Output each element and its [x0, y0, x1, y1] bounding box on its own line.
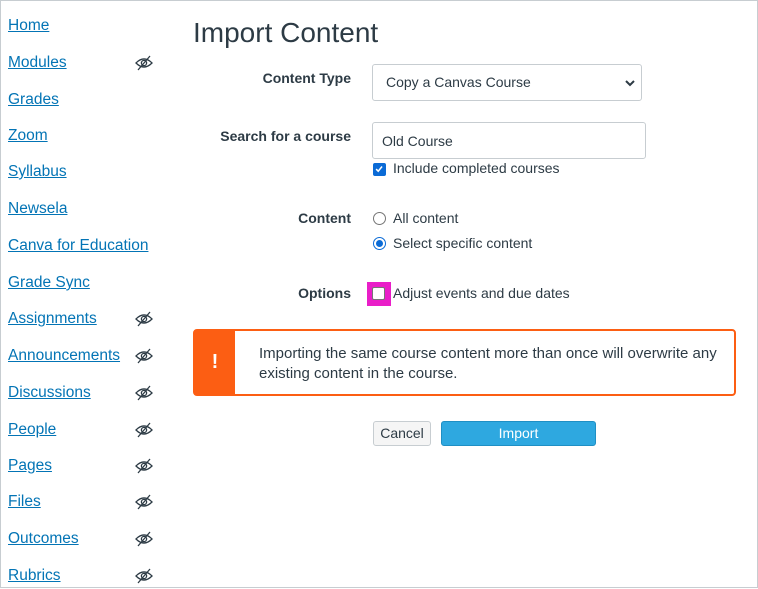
- sidebar-item-pages[interactable]: Pages: [8, 457, 158, 479]
- eye-slash-icon: [135, 494, 153, 510]
- sidebar-item-syllabus[interactable]: Syllabus: [8, 163, 158, 185]
- eye-slash-icon: [135, 348, 153, 364]
- sidebar-item-label[interactable]: Grades: [8, 91, 59, 109]
- checkmark-icon: [375, 166, 383, 173]
- sidebar-item-label[interactable]: Assignments: [8, 310, 97, 328]
- eye-slash-icon: [135, 311, 153, 327]
- content-label: Content: [298, 210, 351, 226]
- content-type-select[interactable]: Copy a Canvas Course: [372, 64, 642, 101]
- sidebar-item-newsela[interactable]: Newsela: [8, 200, 158, 222]
- sidebar-item-grade-sync[interactable]: Grade Sync: [8, 274, 158, 296]
- select-specific-content-label: Select specific content: [393, 235, 533, 251]
- sidebar-item-label[interactable]: Modules: [8, 54, 67, 72]
- sidebar-item-canva[interactable]: Canva for Education: [8, 237, 158, 259]
- sidebar-item-people[interactable]: People: [8, 421, 158, 443]
- course-navigation: Home Modules Grades Zoom Syllabus Newsel…: [1, 1, 166, 589]
- sidebar-item-files[interactable]: Files: [8, 493, 158, 515]
- include-completed-label: Include completed courses: [393, 160, 560, 176]
- eye-slash-icon: [135, 531, 153, 547]
- sidebar-item-assignments[interactable]: Assignments: [8, 310, 158, 332]
- options-label: Options: [298, 285, 351, 301]
- sidebar-item-discussions[interactable]: Discussions: [8, 384, 158, 406]
- sidebar-item-label[interactable]: Announcements: [8, 347, 120, 365]
- sidebar-item-home[interactable]: Home: [8, 17, 158, 39]
- content-type-label: Content Type: [262, 70, 351, 86]
- sidebar-item-label[interactable]: Outcomes: [8, 530, 79, 548]
- adjust-dates-label: Adjust events and due dates: [393, 285, 570, 301]
- sidebar-item-zoom[interactable]: Zoom: [8, 127, 158, 149]
- sidebar-item-label[interactable]: Canva for Education: [8, 237, 148, 255]
- sidebar-item-label[interactable]: Newsela: [8, 200, 67, 218]
- include-completed-checkbox[interactable]: [373, 163, 386, 176]
- eye-slash-icon: [135, 422, 153, 438]
- warning-icon: !: [195, 331, 235, 394]
- eye-slash-icon: [135, 55, 153, 71]
- radio-all-content[interactable]: [373, 212, 386, 225]
- search-course-label: Search for a course: [220, 128, 351, 144]
- sidebar-item-label[interactable]: Home: [8, 17, 49, 35]
- cancel-button[interactable]: Cancel: [373, 421, 431, 446]
- sidebar-item-label[interactable]: Pages: [8, 457, 52, 475]
- sidebar-item-label[interactable]: Files: [8, 493, 41, 511]
- sidebar-item-label[interactable]: Discussions: [8, 384, 91, 402]
- sidebar-item-announcements[interactable]: Announcements: [8, 347, 158, 369]
- sidebar-item-label[interactable]: People: [8, 421, 56, 439]
- eye-slash-icon: [135, 458, 153, 474]
- sidebar-item-outcomes[interactable]: Outcomes: [8, 530, 158, 552]
- sidebar-item-label[interactable]: Grade Sync: [8, 274, 90, 292]
- eye-slash-icon: [135, 385, 153, 401]
- search-course-input[interactable]: [372, 122, 646, 159]
- warning-message: Importing the same course content more t…: [259, 345, 717, 382]
- import-button[interactable]: Import: [441, 421, 596, 446]
- sidebar-item-rubrics[interactable]: Rubrics: [8, 567, 158, 589]
- sidebar-item-modules[interactable]: Modules: [8, 54, 158, 76]
- radio-select-specific-content[interactable]: [373, 237, 386, 250]
- chevron-down-icon: [625, 80, 635, 87]
- sidebar-item-label[interactable]: Syllabus: [8, 163, 67, 181]
- adjust-dates-checkbox[interactable]: [372, 287, 385, 300]
- checkbox-highlight: [367, 282, 391, 306]
- eye-slash-icon: [135, 568, 153, 584]
- warning-alert: ! Importing the same course content more…: [193, 329, 736, 396]
- sidebar-item-label[interactable]: Zoom: [8, 127, 48, 145]
- sidebar-item-label[interactable]: Rubrics: [8, 567, 61, 585]
- content-type-selected-value: Copy a Canvas Course: [386, 74, 531, 90]
- all-content-label: All content: [393, 210, 459, 226]
- page-title: Import Content: [193, 17, 379, 48]
- sidebar-item-grades[interactable]: Grades: [8, 91, 158, 113]
